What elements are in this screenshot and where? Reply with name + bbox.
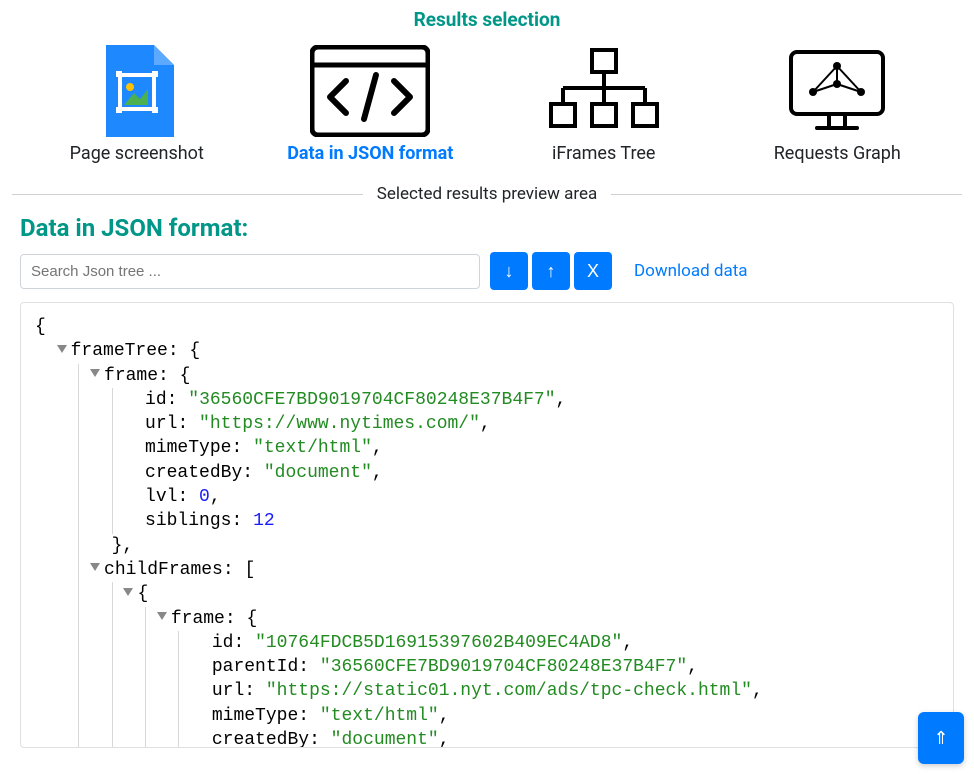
json-value: document [341,730,427,748]
tab-page-screenshot[interactable]: Page screenshot [27,43,247,164]
json-key: siblings [145,511,231,531]
json-toolbar: ↓ ↑ X Download data [0,252,974,298]
json-value: https://www.nytimes.com/ [210,414,469,434]
json-key[interactable]: frame [104,366,158,386]
download-data-link[interactable]: Download data [634,261,748,281]
tab-label: Data in JSON format [287,143,453,164]
json-value: text/html [331,706,428,726]
json-value: 0 [199,487,210,507]
json-key: lvl [145,487,177,507]
json-key: url [212,681,244,701]
json-key[interactable]: frameTree [71,341,168,361]
clear-search-button[interactable]: X [574,252,612,290]
json-key[interactable]: frame [171,609,225,629]
tab-label: iFrames Tree [552,143,655,164]
scroll-to-top-button[interactable]: ⇑ [918,712,964,764]
json-close: }, [112,536,134,556]
caret-icon[interactable] [123,588,133,596]
page-screenshot-icon [100,43,174,139]
json-tree-viewer[interactable]: { frameTree: { frame: { id: "36560CFE7BD… [20,302,954,748]
json-array-open: [ [244,560,255,580]
result-tabs: Page screenshot Data in JSON format [0,31,974,170]
tab-iframes-tree[interactable]: iFrames Tree [494,43,714,164]
json-value: 12 [253,511,275,531]
json-value: text/html [264,438,361,458]
json-value: 36560CFE7BD9019704CF80248E37B4F7 [199,390,545,410]
collapse-all-button[interactable]: ↑ [532,252,570,290]
json-root-open: { [35,317,46,337]
code-icon [310,43,430,139]
divider-label: Selected results preview area [363,184,612,204]
json-key[interactable]: childFrames [104,560,223,580]
tab-label: Page screenshot [70,143,204,164]
json-key: mimeType [145,438,231,458]
json-key: mimeType [212,706,298,726]
json-key: createdBy [212,730,309,748]
expand-all-button[interactable]: ↓ [490,252,528,290]
json-value: https://static01.nyt.com/ads/tpc-check.h… [277,681,741,701]
caret-icon[interactable] [90,369,100,377]
graph-monitor-icon [787,43,887,139]
json-key: id [212,633,234,653]
section-title: Data in JSON format: [20,214,974,242]
caret-icon[interactable] [157,612,167,620]
tree-icon [549,43,659,139]
json-key: url [145,414,177,434]
tab-requests-graph[interactable]: Requests Graph [727,43,947,164]
tab-data-json[interactable]: Data in JSON format [260,43,480,164]
json-object-open: { [137,584,148,604]
json-key: parentId [212,657,298,677]
results-selection-title: Results selection [0,8,974,31]
tab-label: Requests Graph [774,143,901,164]
json-value: 10764FDCB5D16915397602B409EC4AD8 [266,633,612,653]
json-value: 36560CFE7BD9019704CF80248E37B4F7 [331,657,677,677]
preview-divider: Selected results preview area [12,184,962,204]
caret-icon[interactable] [90,563,100,571]
json-key: id [145,390,167,410]
json-key: createdBy [145,463,242,483]
json-value: document [275,463,361,483]
search-input[interactable] [20,254,480,289]
caret-icon[interactable] [57,345,67,353]
